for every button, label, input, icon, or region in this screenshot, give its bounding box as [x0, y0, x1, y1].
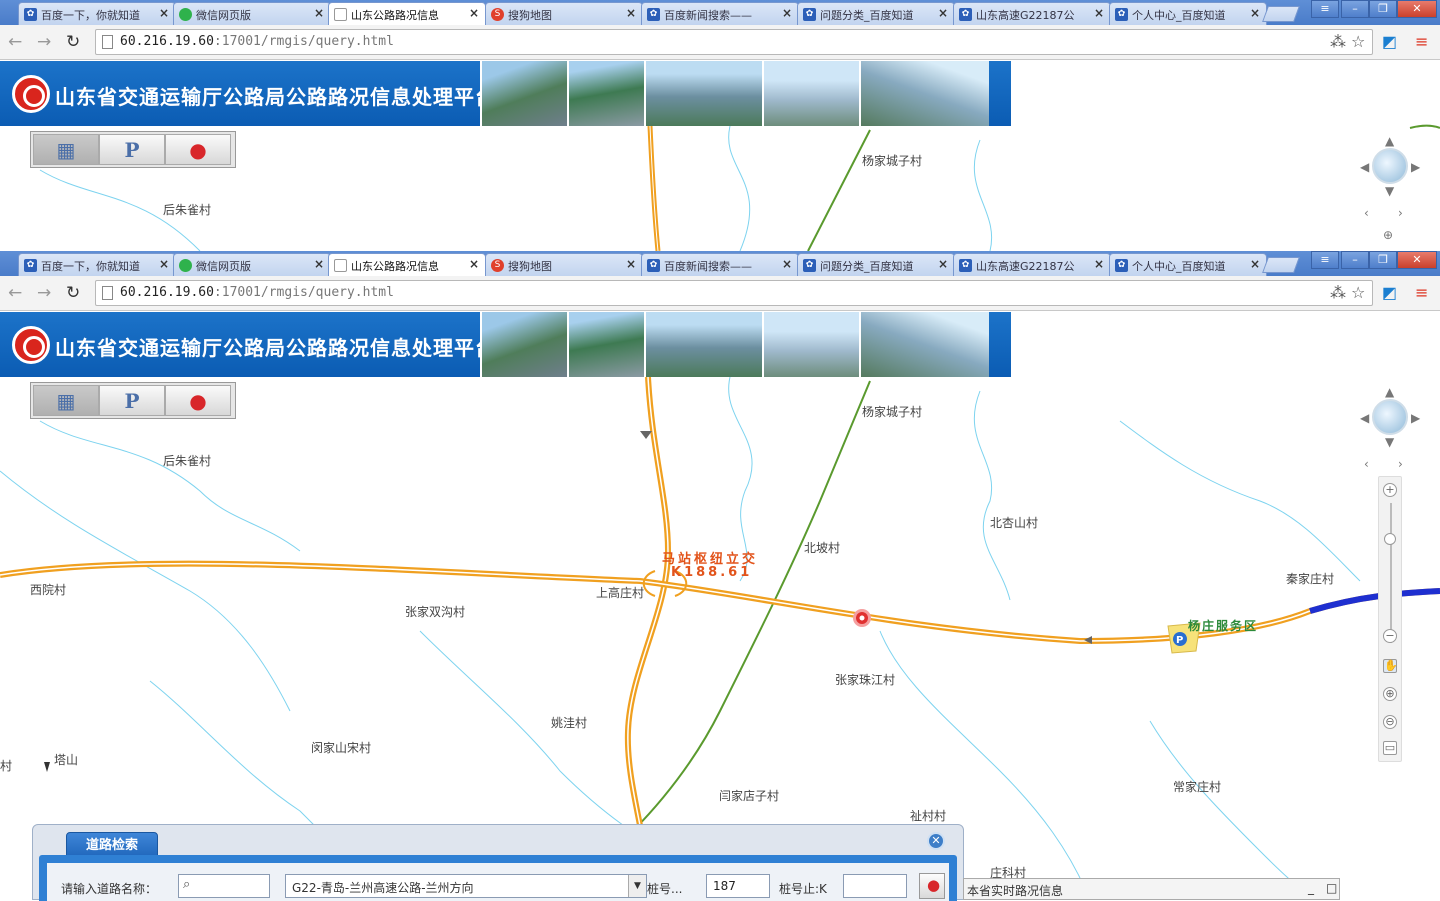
- highway-photo: [567, 61, 644, 126]
- bridge-photo: [644, 312, 762, 377]
- map-navigation-control-top[interactable]: ▲ ◀ ▶ ▼ ‹ › ⊕: [1358, 128, 1422, 242]
- pan-up-icon[interactable]: ▲: [1385, 134, 1394, 148]
- app-logo: [12, 75, 50, 113]
- tab-road-info[interactable]: 山东公路路况信息 ×: [328, 253, 486, 276]
- rotate-left-icon[interactable]: ‹: [1364, 457, 1369, 471]
- bridge-photo: [762, 61, 859, 126]
- zoom-in-icon[interactable]: ⊕: [1383, 228, 1393, 242]
- status-title: 本省实时路况信息: [967, 884, 1064, 898]
- zoom-out-magnifier-icon[interactable]: ⊖: [1383, 715, 1397, 729]
- road-select[interactable]: G22-青岛-兰州高速公路-兰州方向 ▼: [285, 874, 647, 898]
- zoom-out-icon[interactable]: −: [1383, 629, 1397, 643]
- village-label: 杨家城子村: [862, 154, 923, 168]
- map-layer-button[interactable]: ▦: [33, 385, 99, 416]
- traffic-event-marker[interactable]: [852, 608, 872, 628]
- pile-start-input[interactable]: 187: [706, 874, 770, 898]
- search-panel-body: 请输入道路名称： ⌕ G22-青岛-兰州高速公路-兰州方向 ▼ 桩号... 18…: [39, 855, 957, 901]
- zoom-in-magnifier-icon[interactable]: ⊕: [1383, 687, 1397, 701]
- village-label: 常家庄村: [1173, 780, 1222, 794]
- pan-left-icon[interactable]: ◀: [1360, 160, 1369, 174]
- compass-icon[interactable]: [1372, 399, 1408, 435]
- mountain-label: 塔山: [54, 753, 79, 767]
- highway-photo: [480, 61, 567, 126]
- map-toolbox: ▦ P ●: [30, 131, 236, 168]
- zoom-slider-track[interactable]: [1390, 503, 1392, 643]
- village-label: 闵家山宋村: [311, 741, 372, 755]
- browser-window: ✿ 百度一下，你就知道 × 微信网页版 × 山东公路路况信息 × S 搜狗地图 × ✿ 百度新…: [0, 251, 1440, 900]
- browser-window-top: ✿ 百度一下，你就知道 × 微信网页版 × 山东公路路况信息 × S 搜狗地图 × ✿ 百度新…: [0, 0, 1440, 251]
- highway-photo: [859, 312, 989, 377]
- search-icon: ⌕: [183, 877, 191, 892]
- road-name-label: 请输入道路名称：: [61, 882, 158, 896]
- search-form: 请输入道路名称： ⌕ G22-青岛-兰州高速公路-兰州方向 ▼ 桩号... 18…: [47, 863, 949, 901]
- close-icon[interactable]: ×: [469, 6, 479, 20]
- pan-right-icon[interactable]: ▶: [1411, 160, 1420, 174]
- page-icon: [334, 259, 347, 272]
- interchange-km-label: K188.61: [671, 565, 753, 580]
- parking-button[interactable]: P: [99, 134, 165, 165]
- village-label: 闫家店子村: [719, 789, 780, 803]
- close-icon[interactable]: ×: [469, 257, 479, 271]
- marker-button[interactable]: ●: [165, 385, 231, 416]
- village-label: 张家珠江村: [835, 673, 896, 687]
- app-logo: [12, 326, 50, 364]
- locate-button[interactable]: ●: [919, 873, 945, 899]
- map-layer-button[interactable]: ▦: [33, 134, 99, 165]
- pan-left-icon[interactable]: ◀: [1360, 411, 1369, 425]
- map-toolbox: ▦ P ●: [30, 382, 236, 419]
- highway-photo: [859, 61, 989, 126]
- pan-down-icon[interactable]: ▼: [1385, 435, 1394, 449]
- village-label: 北坡村: [804, 541, 841, 555]
- rotate-right-icon[interactable]: ›: [1398, 206, 1403, 220]
- village-label: 秦家庄村: [1286, 572, 1335, 586]
- tab-road-info[interactable]: 山东公路路况信息 ×: [328, 2, 486, 25]
- village-label: 北杏山村: [990, 516, 1039, 530]
- map-navigation-control[interactable]: ▲ ◀ ▶ ▼ ‹ ›: [1358, 379, 1422, 489]
- road-name-input[interactable]: ⌕: [178, 874, 270, 898]
- village-label: 西院村: [30, 583, 67, 597]
- marker-button[interactable]: ●: [165, 134, 231, 165]
- app-banner: 山东省交通运输厅公路局公路路况信息处理平台: [0, 312, 1011, 377]
- village-label: 姚洼村: [551, 716, 588, 730]
- page-icon: [334, 8, 347, 21]
- compass-icon[interactable]: [1372, 148, 1408, 184]
- pan-right-icon[interactable]: ▶: [1411, 411, 1420, 425]
- village-label: 祉村村: [910, 809, 947, 823]
- rotate-right-icon[interactable]: ›: [1398, 457, 1403, 471]
- minimize-button[interactable]: _: [1308, 881, 1314, 895]
- village-label: 张家双沟村: [405, 605, 466, 619]
- highway-photo: [567, 312, 644, 377]
- pan-up-icon[interactable]: ▲: [1385, 385, 1394, 399]
- service-area-label[interactable]: 杨庄服务区: [1188, 617, 1258, 634]
- bridge-photo: [644, 61, 762, 126]
- pan-down-icon[interactable]: ▼: [1385, 184, 1394, 198]
- svg-text:P: P: [1176, 635, 1183, 646]
- highway-photo: [480, 312, 567, 377]
- village-label: 后朱雀村: [163, 203, 212, 217]
- pan-hand-icon[interactable]: ✋: [1383, 659, 1398, 673]
- pile-start-label: 桩号...: [647, 882, 683, 896]
- close-icon[interactable]: ✕: [927, 832, 945, 850]
- village-label: 后朱雀村: [163, 454, 212, 468]
- zoom-slider-handle[interactable]: [1384, 533, 1396, 545]
- chevron-down-icon[interactable]: ▼: [628, 875, 646, 897]
- village-label: 杨家城子村: [862, 405, 923, 419]
- app-title: 山东省交通运输厅公路局公路路况信息处理平台: [55, 85, 496, 109]
- app-banner: 山东省交通运输厅公路局公路路况信息处理平台: [0, 61, 1011, 126]
- parking-button[interactable]: P: [99, 385, 165, 416]
- bridge-photo: [762, 312, 859, 377]
- rotate-left-icon[interactable]: ‹: [1364, 206, 1369, 220]
- ruler-icon[interactable]: ▭: [1383, 741, 1397, 755]
- road-search-panel: 道路检索 ✕ 请输入道路名称： ⌕ G22-青岛-兰州高速公路-兰州方向 ▼ 桩…: [32, 824, 964, 901]
- zoom-in-icon[interactable]: +: [1383, 483, 1397, 497]
- maximize-button[interactable]: □: [1326, 881, 1337, 895]
- zoom-control: + − ✋ ⊕ ⊖ ▭: [1378, 476, 1402, 762]
- pile-end-input[interactable]: [843, 874, 907, 898]
- village-label: 村: [0, 759, 13, 773]
- village-label: 上高庄村: [596, 586, 645, 600]
- pile-end-label: 桩号止:K: [779, 882, 827, 896]
- app-title: 山东省交通运输厅公路局公路路况信息处理平台: [55, 336, 496, 360]
- map-pin-icon: ●: [927, 876, 941, 894]
- realtime-status-bar[interactable]: 本省实时路况信息 _ □: [963, 878, 1340, 900]
